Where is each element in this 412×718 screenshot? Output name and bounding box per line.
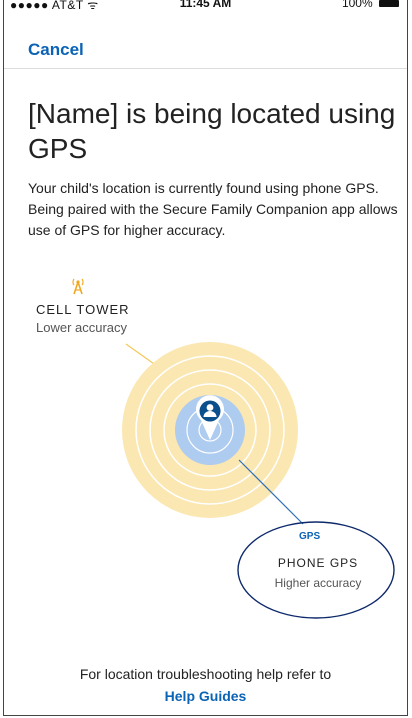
status-bar: ●●●●● AT&T ᯤ 11:45 AM 100% <box>4 0 407 14</box>
battery-icon <box>379 0 399 8</box>
phone-gps-subtitle: Higher accuracy <box>274 576 362 590</box>
help-guides-link[interactable]: Help Guides <box>4 688 407 704</box>
phone-gps-title: PHONE GPS <box>277 556 359 570</box>
cell-tower-icon <box>72 278 84 295</box>
page-title: [Name] is being located using GPS <box>28 98 396 164</box>
cancel-button[interactable]: Cancel <box>28 40 84 60</box>
app-frame: ●●●●● AT&T ᯤ 11:45 AM 100% Cancel [Name]… <box>3 0 408 716</box>
tower-connector-line <box>125 343 158 367</box>
gps-badge: GPS <box>299 531 321 542</box>
battery-indicator: 100% <box>342 0 399 10</box>
battery-percent: 100% <box>341 0 373 10</box>
cell-tower-title: CELL TOWER <box>36 302 130 317</box>
page-description: Your child's location is currently found… <box>28 180 398 238</box>
cell-tower-subtitle: Lower accuracy <box>36 320 128 335</box>
help-footer-text: For location troubleshooting help refer … <box>79 666 332 682</box>
nav-bar: Cancel <box>4 28 407 69</box>
